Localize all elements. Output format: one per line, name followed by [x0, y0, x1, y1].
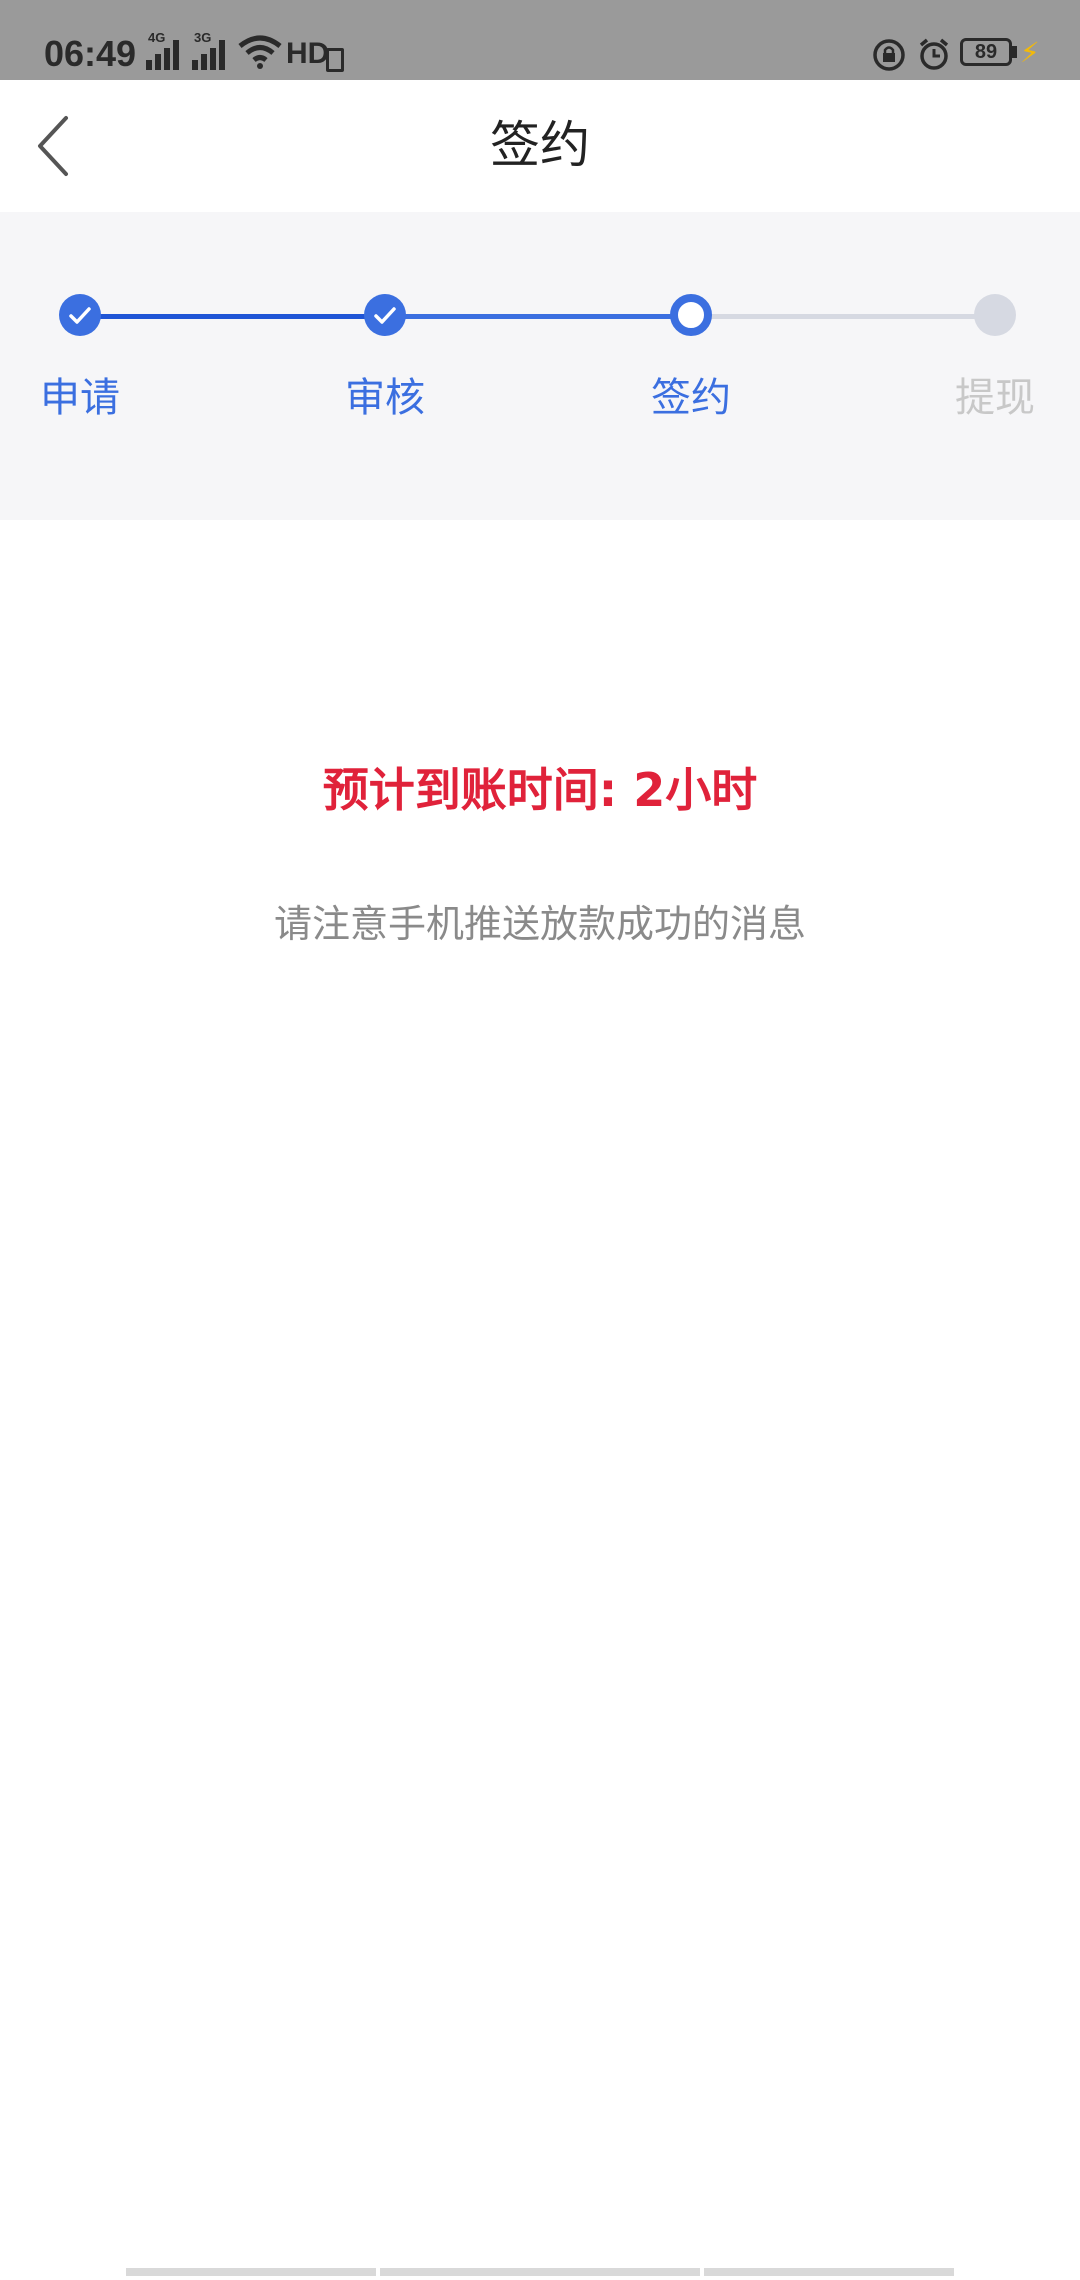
- bottom-bar: [0, 2268, 1080, 2280]
- page-title: 签约: [490, 116, 590, 174]
- battery-level: 89: [974, 41, 998, 63]
- step-dot-review: [364, 294, 406, 336]
- battery-tip: [1012, 46, 1017, 58]
- step-label-review: 审核: [345, 375, 425, 421]
- wifi-icon: [238, 35, 282, 69]
- estimated-arrival-time: 预计到账时间: 2小时: [322, 763, 758, 817]
- signal-icon-2: 3G: [192, 30, 232, 70]
- step-dot-sign-current: [670, 294, 712, 336]
- check-icon: [69, 307, 91, 324]
- status-bar: 06:49 4G 3G HD 89 ⚡: [0, 0, 1080, 80]
- check-icon: [374, 307, 396, 324]
- progress-steps: 申请 审核 签约 提现: [0, 212, 1080, 520]
- sim-icon: [326, 48, 344, 72]
- step-connector-2: [385, 314, 690, 319]
- signal-icon-1: 4G: [146, 30, 186, 70]
- network-type-label-2: 3G: [194, 30, 212, 45]
- step-label-apply: 申请: [40, 375, 120, 421]
- hd-indicator: HD: [286, 37, 330, 70]
- step-label-sign: 签约: [651, 375, 731, 421]
- nav-bar: 签约: [0, 80, 1080, 212]
- network-type-label-1: 4G: [148, 30, 166, 45]
- step-dot-apply: [59, 294, 101, 336]
- step-connector-3: [690, 314, 995, 319]
- charging-icon: ⚡: [1020, 36, 1040, 69]
- alarm-icon: [919, 38, 949, 70]
- step-label-withdraw: 提现: [955, 375, 1035, 421]
- bottom-bar-segment: [704, 2268, 954, 2276]
- bottom-bar-segment: [126, 2268, 376, 2276]
- step-dot-withdraw: [974, 294, 1016, 336]
- bottom-bar-segment: [380, 2268, 700, 2276]
- step-connector-1: [80, 314, 385, 319]
- notification-tip: 请注意手机推送放款成功的消息: [273, 902, 806, 946]
- status-time: 06:49: [44, 33, 137, 74]
- lock-rotation-icon: [873, 39, 905, 71]
- battery-icon: 89: [960, 38, 1012, 66]
